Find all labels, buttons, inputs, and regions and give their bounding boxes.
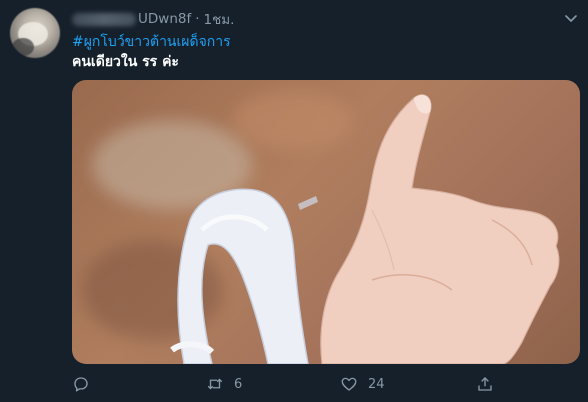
separator-dot: · [195, 11, 200, 27]
share-button[interactable] [476, 372, 494, 396]
like-count: 24 [368, 376, 385, 392]
share-icon [478, 377, 492, 391]
tweet-photo[interactable] [72, 80, 580, 364]
tweet[interactable]: UDwn8f · 1ชม. #ผูกโบว์ขาวต้านเผด็จการ คน… [0, 0, 588, 402]
like-button[interactable]: 24 [340, 372, 385, 396]
chevron-down-icon[interactable] [564, 14, 578, 24]
retweet-count: 6 [234, 376, 243, 392]
reply-button[interactable] [72, 372, 100, 396]
tweet-actions: 6 24 [72, 372, 580, 396]
heart-icon [341, 377, 357, 391]
reply-icon [74, 377, 88, 392]
retweet-icon [207, 378, 223, 390]
photo-content [170, 94, 560, 364]
tweet-timestamp[interactable]: 1ชม. [204, 8, 235, 30]
retweet-button[interactable]: 6 [206, 372, 242, 396]
tweet-header: UDwn8f · 1ชม. [72, 9, 234, 29]
hashtag-link[interactable]: #ผูกโบว์ขาวต้านเผด็จการ [72, 31, 231, 53]
avatar[interactable] [10, 8, 60, 58]
user-handle[interactable]: UDwn8f [138, 11, 191, 27]
blurred-display-name[interactable] [72, 12, 136, 26]
avatar-shadow [12, 38, 34, 56]
tweet-text: คนเดียวใน รร ค่ะ [72, 54, 179, 70]
